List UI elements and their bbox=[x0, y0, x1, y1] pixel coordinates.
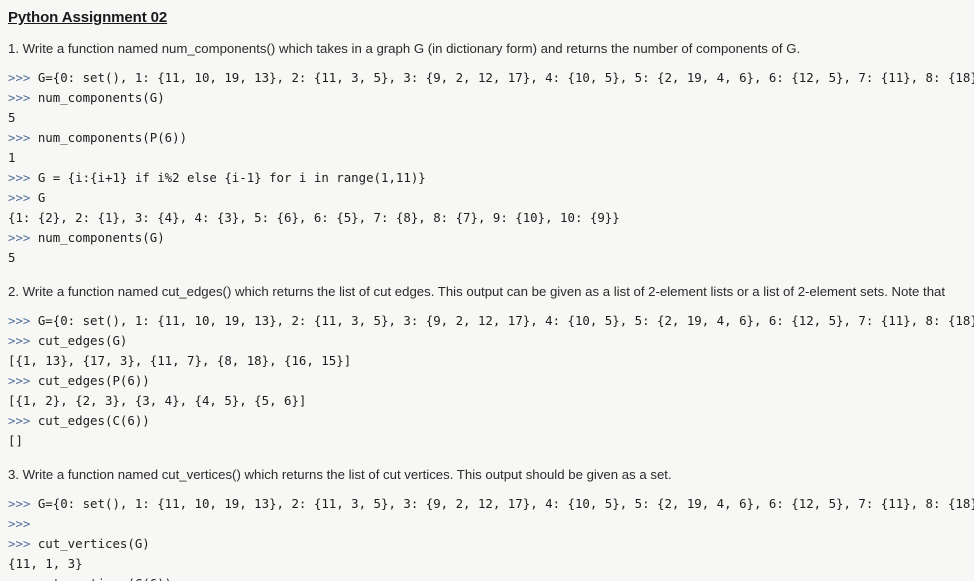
question-1-text: 1. Write a function named num_components… bbox=[8, 41, 801, 56]
repl-output: {11, 1, 3} bbox=[8, 556, 83, 571]
repl-output: 5 bbox=[8, 110, 16, 125]
code-block-2: >>> G={0: set(), 1: {11, 10, 19, 13}, 2:… bbox=[0, 311, 974, 451]
repl-output: 5 bbox=[8, 250, 16, 265]
page-title: Python Assignment 02 bbox=[8, 9, 168, 26]
code-line: >>> num_components(G) bbox=[8, 88, 974, 108]
repl-prompt: >>> bbox=[8, 576, 38, 581]
repl-prompt: >>> bbox=[8, 536, 38, 551]
question-2-text: 2. Write a function named cut_edges() wh… bbox=[8, 284, 946, 299]
code-line: >>> num_components(G) bbox=[8, 228, 974, 248]
code-line: [] bbox=[8, 431, 974, 451]
repl-input: cut_edges(C(6)) bbox=[37, 413, 150, 428]
code-line: >>> G={0: set(), 1: {11, 10, 19, 13}, 2:… bbox=[8, 68, 974, 88]
repl-output: 1 bbox=[8, 150, 16, 165]
repl-prompt: >>> bbox=[8, 170, 38, 185]
code-line: 5 bbox=[8, 108, 974, 128]
repl-prompt: >>> bbox=[8, 190, 38, 205]
repl-input: cut_edges(G) bbox=[37, 333, 128, 348]
code-line: [{1, 13}, {17, 3}, {11, 7}, {8, 18}, {16… bbox=[8, 351, 974, 371]
repl-input: G={0: set(), 1: {11, 10, 19, 13}, 2: {11… bbox=[37, 313, 974, 328]
code-line: {11, 1, 3} bbox=[8, 554, 974, 574]
code-block-3: >>> G={0: set(), 1: {11, 10, 19, 13}, 2:… bbox=[0, 494, 974, 581]
code-line: >>> G bbox=[8, 188, 974, 208]
code-line: >>> cut_edges(P(6)) bbox=[8, 371, 974, 391]
repl-input: G bbox=[37, 190, 46, 205]
repl-input: cut_edges(P(6)) bbox=[37, 373, 150, 388]
repl-prompt: >>> bbox=[8, 70, 38, 85]
repl-prompt: >>> bbox=[8, 230, 38, 245]
repl-prompt: >>> bbox=[8, 516, 38, 531]
repl-input: num_components(G) bbox=[37, 230, 165, 245]
repl-input: cut_vertices(C(6)) bbox=[38, 576, 172, 581]
code-line: >>> cut_edges(G) bbox=[8, 331, 974, 351]
repl-output: [{1, 2}, {2, 3}, {3, 4}, {4, 5}, {5, 6}] bbox=[8, 393, 307, 408]
repl-prompt: >>> bbox=[8, 496, 38, 511]
repl-prompt: >>> bbox=[8, 413, 38, 428]
code-line: >>> cut_edges(C(6)) bbox=[8, 411, 974, 431]
repl-output: {1: {2}, 2: {1}, 3: {4}, 4: {3}, 5: {6},… bbox=[8, 210, 620, 225]
code-line: >>> cut_vertices(G) bbox=[8, 534, 974, 554]
repl-input: G={0: set(), 1: {11, 10, 19, 13}, 2: {11… bbox=[37, 496, 974, 511]
code-line: >>> G = {i:{i+1} if i%2 else {i-1} for i… bbox=[8, 168, 974, 188]
repl-output: [{1, 13}, {17, 3}, {11, 7}, {8, 18}, {16… bbox=[8, 353, 352, 368]
code-line: >>> G={0: set(), 1: {11, 10, 19, 13}, 2:… bbox=[8, 311, 974, 331]
repl-prompt: >>> bbox=[8, 333, 38, 348]
code-line: 5 bbox=[8, 248, 974, 268]
code-block-1: >>> G={0: set(), 1: {11, 10, 19, 13}, 2:… bbox=[0, 68, 974, 268]
code-line: >>> bbox=[8, 514, 974, 534]
repl-input: cut_vertices(G) bbox=[37, 536, 150, 551]
code-line: {1: {2}, 2: {1}, 3: {4}, 4: {3}, 5: {6},… bbox=[8, 208, 974, 228]
assignment-page: Python Assignment 02 1. Write a function… bbox=[0, 0, 974, 581]
repl-input: num_components(P(6)) bbox=[37, 130, 188, 145]
code-line: >>> num_components(P(6)) bbox=[8, 128, 974, 148]
repl-output: [] bbox=[8, 433, 23, 448]
repl-prompt: >>> bbox=[8, 90, 38, 105]
repl-input: G={0: set(), 1: {11, 10, 19, 13}, 2: {11… bbox=[37, 70, 974, 85]
repl-prompt: >>> bbox=[8, 373, 38, 388]
question-3-text: 3. Write a function named cut_vertices()… bbox=[8, 467, 672, 482]
repl-input: G = {i:{i+1} if i%2 else {i-1} for i in … bbox=[37, 170, 426, 185]
code-line: [{1, 2}, {2, 3}, {3, 4}, {4, 5}, {5, 6}] bbox=[8, 391, 974, 411]
code-line: 1 bbox=[8, 148, 974, 168]
code-line: >>> cut_vertices(C(6)) bbox=[8, 574, 974, 581]
repl-prompt: >>> bbox=[8, 130, 38, 145]
repl-input: num_components(G) bbox=[37, 90, 165, 105]
code-line: >>> G={0: set(), 1: {11, 10, 19, 13}, 2:… bbox=[8, 494, 974, 514]
repl-prompt: >>> bbox=[8, 313, 38, 328]
